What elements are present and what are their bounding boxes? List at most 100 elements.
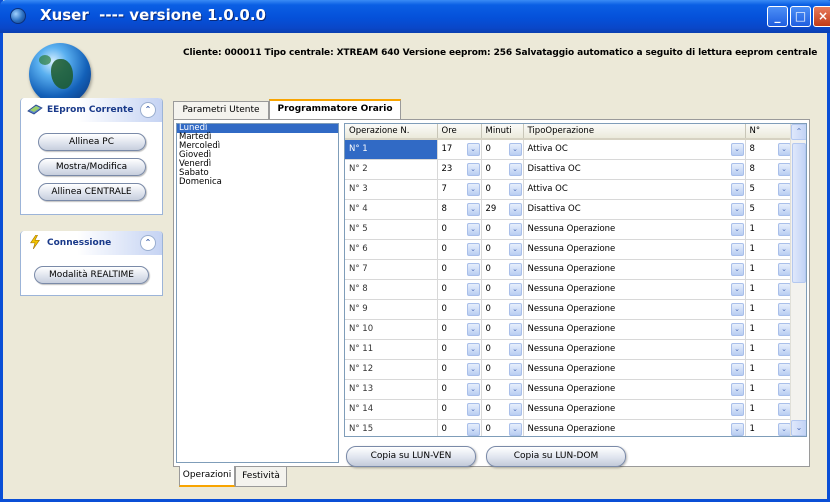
dropdown-arrow-icon[interactable]: ⌄ <box>777 162 791 176</box>
vertical-scrollbar[interactable]: ⌃ ⌄ <box>790 124 806 436</box>
table-row[interactable]: N° 8 0 ⌄ 0 ⌄ Nessuna Operazione ⌄ 1 ⌄ <box>345 279 793 300</box>
select-minuti[interactable]: 0 ⌄ <box>481 179 524 200</box>
dropdown-arrow-icon[interactable]: ⌄ <box>730 362 744 376</box>
select-tipo-operazione[interactable]: Nessuna Operazione ⌄ <box>523 259 746 280</box>
minimize-button[interactable]: _ <box>767 6 788 27</box>
select-minuti[interactable]: 0 ⌄ <box>481 339 524 360</box>
select-numero[interactable]: 1 ⌄ <box>745 279 793 300</box>
tab-festivita[interactable]: Festività <box>235 467 287 487</box>
select-tipo-operazione[interactable]: Nessuna Operazione ⌄ <box>523 379 746 400</box>
dropdown-arrow-icon[interactable]: ⌄ <box>777 202 791 216</box>
dropdown-arrow-icon[interactable]: ⌄ <box>466 362 480 376</box>
dropdown-arrow-icon[interactable]: ⌄ <box>508 382 522 396</box>
dropdown-arrow-icon[interactable]: ⌄ <box>777 222 791 236</box>
dropdown-arrow-icon[interactable]: ⌄ <box>508 262 522 276</box>
select-tipo-operazione[interactable]: Nessuna Operazione ⌄ <box>523 339 746 360</box>
dropdown-arrow-icon[interactable]: ⌄ <box>730 202 744 216</box>
select-numero[interactable]: 5 ⌄ <box>745 199 793 220</box>
dropdown-arrow-icon[interactable]: ⌄ <box>508 302 522 316</box>
dropdown-arrow-icon[interactable]: ⌄ <box>777 322 791 336</box>
select-minuti[interactable]: 0 ⌄ <box>481 419 524 436</box>
table-row[interactable]: N° 9 0 ⌄ 0 ⌄ Nessuna Operazione ⌄ 1 ⌄ <box>345 299 793 320</box>
table-row[interactable]: N° 13 0 ⌄ 0 ⌄ Nessuna Operazione ⌄ 1 ⌄ <box>345 379 793 400</box>
title-bar[interactable]: Xuser ---- versione 1.0.0.0 _ □ × <box>0 0 830 33</box>
dropdown-arrow-icon[interactable]: ⌄ <box>466 402 480 416</box>
select-tipo-operazione[interactable]: Nessuna Operazione ⌄ <box>523 359 746 380</box>
dropdown-arrow-icon[interactable]: ⌄ <box>730 322 744 336</box>
dropdown-arrow-icon[interactable]: ⌄ <box>508 422 522 436</box>
dropdown-arrow-icon[interactable]: ⌄ <box>466 342 480 356</box>
dropdown-arrow-icon[interactable]: ⌄ <box>730 162 744 176</box>
allinea-pc-button[interactable]: Allinea PC <box>37 133 146 151</box>
dropdown-arrow-icon[interactable]: ⌄ <box>730 143 744 156</box>
dropdown-arrow-icon[interactable]: ⌄ <box>466 242 480 256</box>
dropdown-arrow-icon[interactable]: ⌄ <box>466 322 480 336</box>
select-numero[interactable]: 1 ⌄ <box>745 239 793 260</box>
scroll-thumb[interactable] <box>792 143 806 283</box>
select-ore[interactable]: 23 ⌄ <box>437 159 482 180</box>
select-ore[interactable]: 0 ⌄ <box>437 319 482 340</box>
dropdown-arrow-icon[interactable]: ⌄ <box>777 362 791 376</box>
tab-programmatore-orario[interactable]: Programmatore Orario <box>269 99 401 120</box>
collapse-chevron-icon[interactable]: ⌃ <box>140 235 156 251</box>
copy-lun-dom-button[interactable]: Copia su LUN-DOM <box>486 446 626 467</box>
tab-operazioni[interactable]: Operazioni <box>179 466 235 487</box>
select-ore[interactable]: 0 ⌄ <box>437 379 482 400</box>
select-numero[interactable]: 1 ⌄ <box>745 379 793 400</box>
select-tipo-operazione[interactable]: Nessuna Operazione ⌄ <box>523 239 746 260</box>
dropdown-arrow-icon[interactable]: ⌄ <box>508 322 522 336</box>
select-ore[interactable]: 8 ⌄ <box>437 199 482 220</box>
dropdown-arrow-icon[interactable]: ⌄ <box>466 282 480 296</box>
select-minuti[interactable]: 0 ⌄ <box>481 379 524 400</box>
dropdown-arrow-icon[interactable]: ⌄ <box>777 282 791 296</box>
dropdown-arrow-icon[interactable]: ⌄ <box>508 282 522 296</box>
dropdown-arrow-icon[interactable]: ⌄ <box>466 222 480 236</box>
select-tipo-operazione[interactable]: Nessuna Operazione ⌄ <box>523 279 746 300</box>
dropdown-arrow-icon[interactable]: ⌄ <box>508 182 522 196</box>
collapse-chevron-icon[interactable]: ⌃ <box>140 102 156 118</box>
dropdown-arrow-icon[interactable]: ⌄ <box>466 262 480 276</box>
table-row[interactable]: N° 5 0 ⌄ 0 ⌄ Nessuna Operazione ⌄ 1 ⌄ <box>345 219 793 240</box>
dropdown-arrow-icon[interactable]: ⌄ <box>777 262 791 276</box>
select-minuti[interactable]: 0 ⌄ <box>481 359 524 380</box>
dropdown-arrow-icon[interactable]: ⌄ <box>730 402 744 416</box>
header-ore[interactable]: Ore <box>437 124 482 140</box>
select-ore[interactable]: 0 ⌄ <box>437 419 482 436</box>
dropdown-arrow-icon[interactable]: ⌄ <box>777 402 791 416</box>
select-tipo-operazione[interactable]: Nessuna Operazione ⌄ <box>523 419 746 436</box>
connection-panel-header[interactable]: Connessione ⌃ <box>21 231 162 255</box>
select-minuti[interactable]: 0 ⌄ <box>481 239 524 260</box>
select-numero[interactable]: 1 ⌄ <box>745 339 793 360</box>
header-operazione[interactable]: Operazione N. <box>345 124 438 140</box>
select-tipo-operazione[interactable]: Nessuna Operazione ⌄ <box>523 219 746 240</box>
dropdown-arrow-icon[interactable]: ⌄ <box>777 382 791 396</box>
dropdown-arrow-icon[interactable]: ⌄ <box>730 242 744 256</box>
tab-parametri-utente[interactable]: Parametri Utente <box>173 101 269 119</box>
select-numero[interactable]: 8 ⌄ <box>745 159 793 180</box>
dropdown-arrow-icon[interactable]: ⌄ <box>730 262 744 276</box>
scroll-up-icon[interactable]: ⌃ <box>791 124 806 140</box>
dropdown-arrow-icon[interactable]: ⌄ <box>730 382 744 396</box>
select-minuti[interactable]: 0 ⌄ <box>481 139 524 160</box>
dropdown-arrow-icon[interactable]: ⌄ <box>466 162 480 176</box>
select-minuti[interactable]: 29 ⌄ <box>481 199 524 220</box>
select-minuti[interactable]: 0 ⌄ <box>481 299 524 320</box>
select-ore[interactable]: 0 ⌄ <box>437 339 482 360</box>
select-ore[interactable]: 17 ⌄ <box>437 139 482 160</box>
dropdown-arrow-icon[interactable]: ⌄ <box>730 282 744 296</box>
dropdown-arrow-icon[interactable]: ⌄ <box>508 342 522 356</box>
select-minuti[interactable]: 0 ⌄ <box>481 319 524 340</box>
dropdown-arrow-icon[interactable]: ⌄ <box>777 143 791 156</box>
header-minuti[interactable]: Minuti <box>481 124 524 140</box>
allinea-centrale-button[interactable]: Allinea CENTRALE <box>37 183 146 201</box>
dropdown-arrow-icon[interactable]: ⌄ <box>466 202 480 216</box>
select-minuti[interactable]: 0 ⌄ <box>481 219 524 240</box>
select-tipo-operazione[interactable]: Attiva OC ⌄ <box>523 179 746 200</box>
dropdown-arrow-icon[interactable]: ⌄ <box>508 242 522 256</box>
table-row[interactable]: N° 12 0 ⌄ 0 ⌄ Nessuna Operazione ⌄ 1 ⌄ <box>345 359 793 380</box>
select-ore[interactable]: 0 ⌄ <box>437 299 482 320</box>
dropdown-arrow-icon[interactable]: ⌄ <box>730 222 744 236</box>
mostra-modifica-button[interactable]: Mostra/Modifica <box>37 158 146 176</box>
select-numero[interactable]: 1 ⌄ <box>745 419 793 436</box>
select-ore[interactable]: 0 ⌄ <box>437 399 482 420</box>
